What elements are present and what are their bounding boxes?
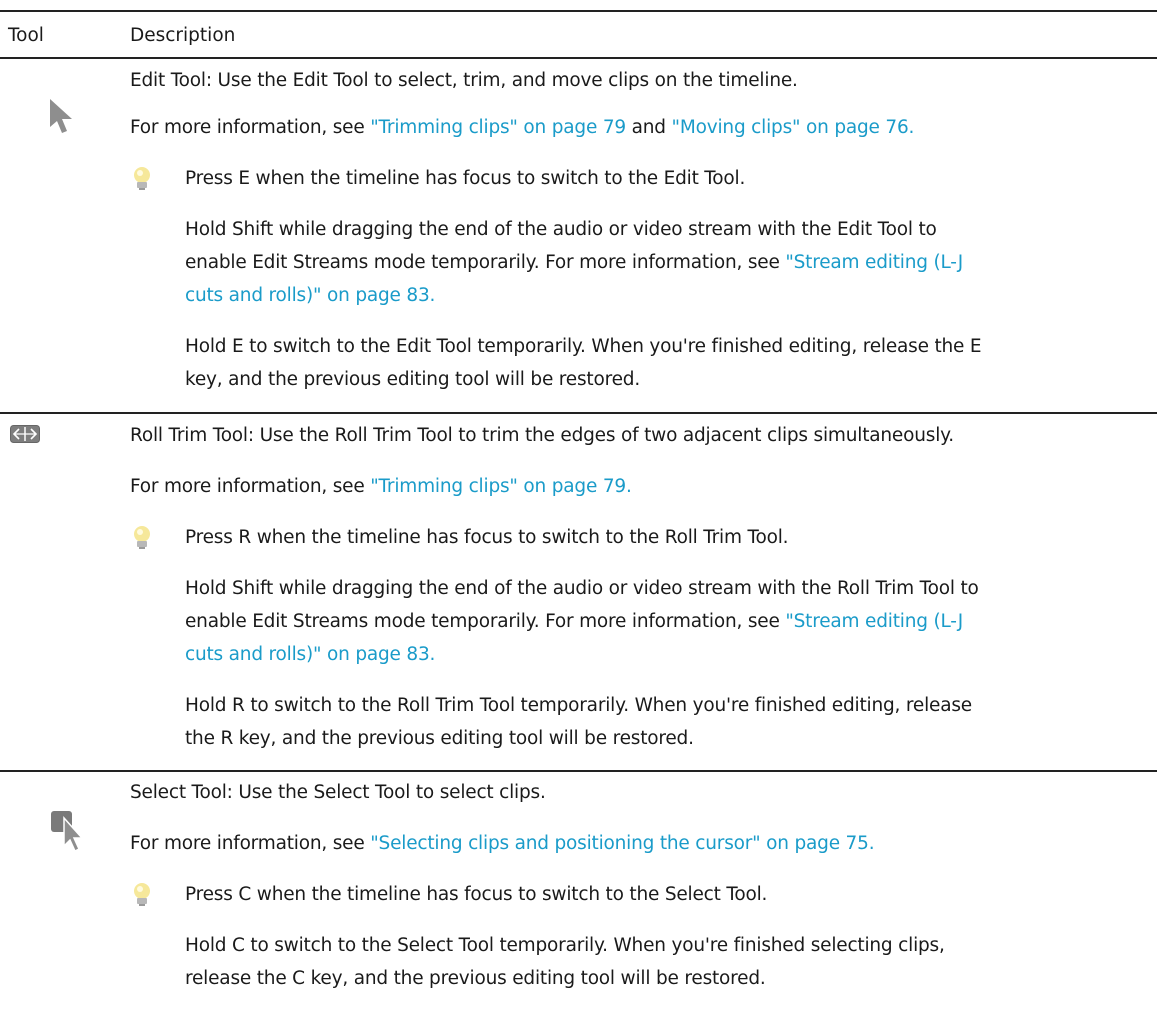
- select-tool-more-info: For more information, see "Selecting cli…: [130, 833, 875, 854]
- roll-trim-description: Roll Trim Tool: Use the Roll Trim Tool t…: [130, 425, 954, 446]
- lightbulb-icon: [130, 166, 154, 196]
- link-moving-clips[interactable]: "Moving clips" on page 76.: [672, 117, 915, 138]
- table-top-rule: [0, 10, 1157, 12]
- edit-tool-description: Edit Tool: Use the Edit Tool to select, …: [130, 70, 798, 91]
- select-tip-press-c: Press C when the timeline has focus to s…: [185, 884, 768, 905]
- link-stream-editing-2-cont[interactable]: cuts and rolls)" on page 83.: [185, 644, 435, 665]
- link-trimming-clips[interactable]: "Trimming clips" on page 79: [370, 117, 626, 138]
- roll-tip-hold-r-line1: Hold R to switch to the Roll Trim Tool t…: [185, 695, 972, 716]
- roll-tip-hold-shift-line3: cuts and rolls)" on page 83.: [185, 637, 435, 672]
- lightbulb-icon: [130, 882, 154, 912]
- link-selecting-clips[interactable]: "Selecting clips and positioning the cur…: [370, 833, 874, 854]
- edit-tip-hold-shift-line2: enable Edit Streams mode temporarily. Fo…: [185, 252, 964, 273]
- select-tool-description: Select Tool: Use the Select Tool to sele…: [130, 782, 546, 803]
- lightbulb-icon: [130, 525, 154, 555]
- roll-tip-hold-shift-line2: enable Edit Streams mode temporarily. Fo…: [185, 611, 964, 632]
- edit-tip-hold-e-line1: Hold E to switch to the Edit Tool tempor…: [185, 336, 982, 357]
- link-trimming-clips-2[interactable]: "Trimming clips" on page 79.: [370, 476, 632, 497]
- roll-tip-hold-r-line2: the R key, and the previous editing tool…: [185, 728, 694, 749]
- edit-tool-more-info: For more information, see "Trimming clip…: [130, 117, 915, 138]
- select-tool-icon: [50, 810, 84, 858]
- roll-tip-hold-shift-line1: Hold Shift while dragging the end of the…: [185, 578, 979, 599]
- edit-tip-hold-e-line2: key, and the previous editing tool will …: [185, 369, 640, 390]
- header-description: Description: [130, 25, 236, 46]
- select-tip-hold-c-line1: Hold C to switch to the Select Tool temp…: [185, 935, 945, 956]
- edit-tip-hold-shift-line3: cuts and rolls)" on page 83.: [185, 278, 435, 313]
- edit-tip-hold-shift-line1: Hold Shift while dragging the end of the…: [185, 219, 937, 240]
- link-stream-editing-2[interactable]: "Stream editing (L-J: [785, 611, 963, 632]
- edit-tip-press-e: Press E when the timeline has focus to s…: [185, 168, 746, 189]
- row-rule-2: [0, 770, 1157, 772]
- roll-trim-more-info: For more information, see "Trimming clip…: [130, 476, 632, 497]
- link-stream-editing-cont[interactable]: cuts and rolls)" on page 83.: [185, 285, 435, 306]
- roll-trim-tool-icon: [10, 425, 40, 447]
- link-stream-editing[interactable]: "Stream editing (L-J: [785, 252, 963, 273]
- select-tip-hold-c-line2: release the C key, and the previous edit…: [185, 968, 766, 989]
- header-rule: [0, 57, 1157, 59]
- header-tool: Tool: [8, 25, 44, 46]
- roll-tip-press-r: Press R when the timeline has focus to s…: [185, 527, 789, 548]
- edit-tool-arrow-icon: [48, 97, 78, 141]
- row-rule-1: [0, 412, 1157, 414]
